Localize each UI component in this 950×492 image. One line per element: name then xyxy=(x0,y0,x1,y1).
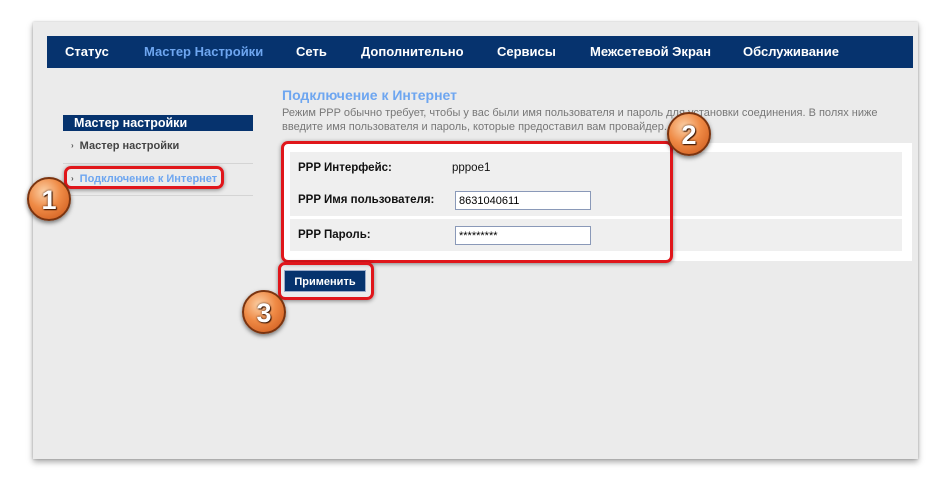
step-badge-1: 1 xyxy=(27,177,71,221)
sidebar-divider xyxy=(63,163,253,164)
highlight-ppp-form xyxy=(281,141,673,263)
sidebar-divider xyxy=(63,195,253,196)
top-navigation: Статус Мастер Настройки Сеть Дополнитель… xyxy=(47,36,913,68)
nav-advanced[interactable]: Дополнительно xyxy=(361,36,464,68)
page-description: Режим PPP обычно требует, чтобы у вас бы… xyxy=(282,107,878,133)
highlight-sidebar-item xyxy=(64,166,224,189)
highlight-apply-button xyxy=(278,262,374,300)
nav-setup-wizard[interactable]: Мастер Настройки xyxy=(144,36,263,68)
sidebar-heading: Мастер настройки xyxy=(63,115,253,131)
step-badge-3: 3 xyxy=(242,290,286,334)
nav-maintenance[interactable]: Обслуживание xyxy=(743,36,839,68)
nav-status[interactable]: Статус xyxy=(65,36,109,68)
nav-firewall[interactable]: Межсетевой Экран xyxy=(590,36,711,68)
sidebar-item-setup-wizard[interactable]: › Мастер настройки xyxy=(71,140,179,152)
nav-services[interactable]: Сервисы xyxy=(497,36,556,68)
chevron-right-icon: › xyxy=(71,141,74,150)
sidebar-item-label: Мастер настройки xyxy=(79,140,180,152)
nav-network[interactable]: Сеть xyxy=(296,36,327,68)
page-title: Подключение к Интернет xyxy=(282,87,457,103)
step-badge-2: 2 xyxy=(667,112,711,156)
